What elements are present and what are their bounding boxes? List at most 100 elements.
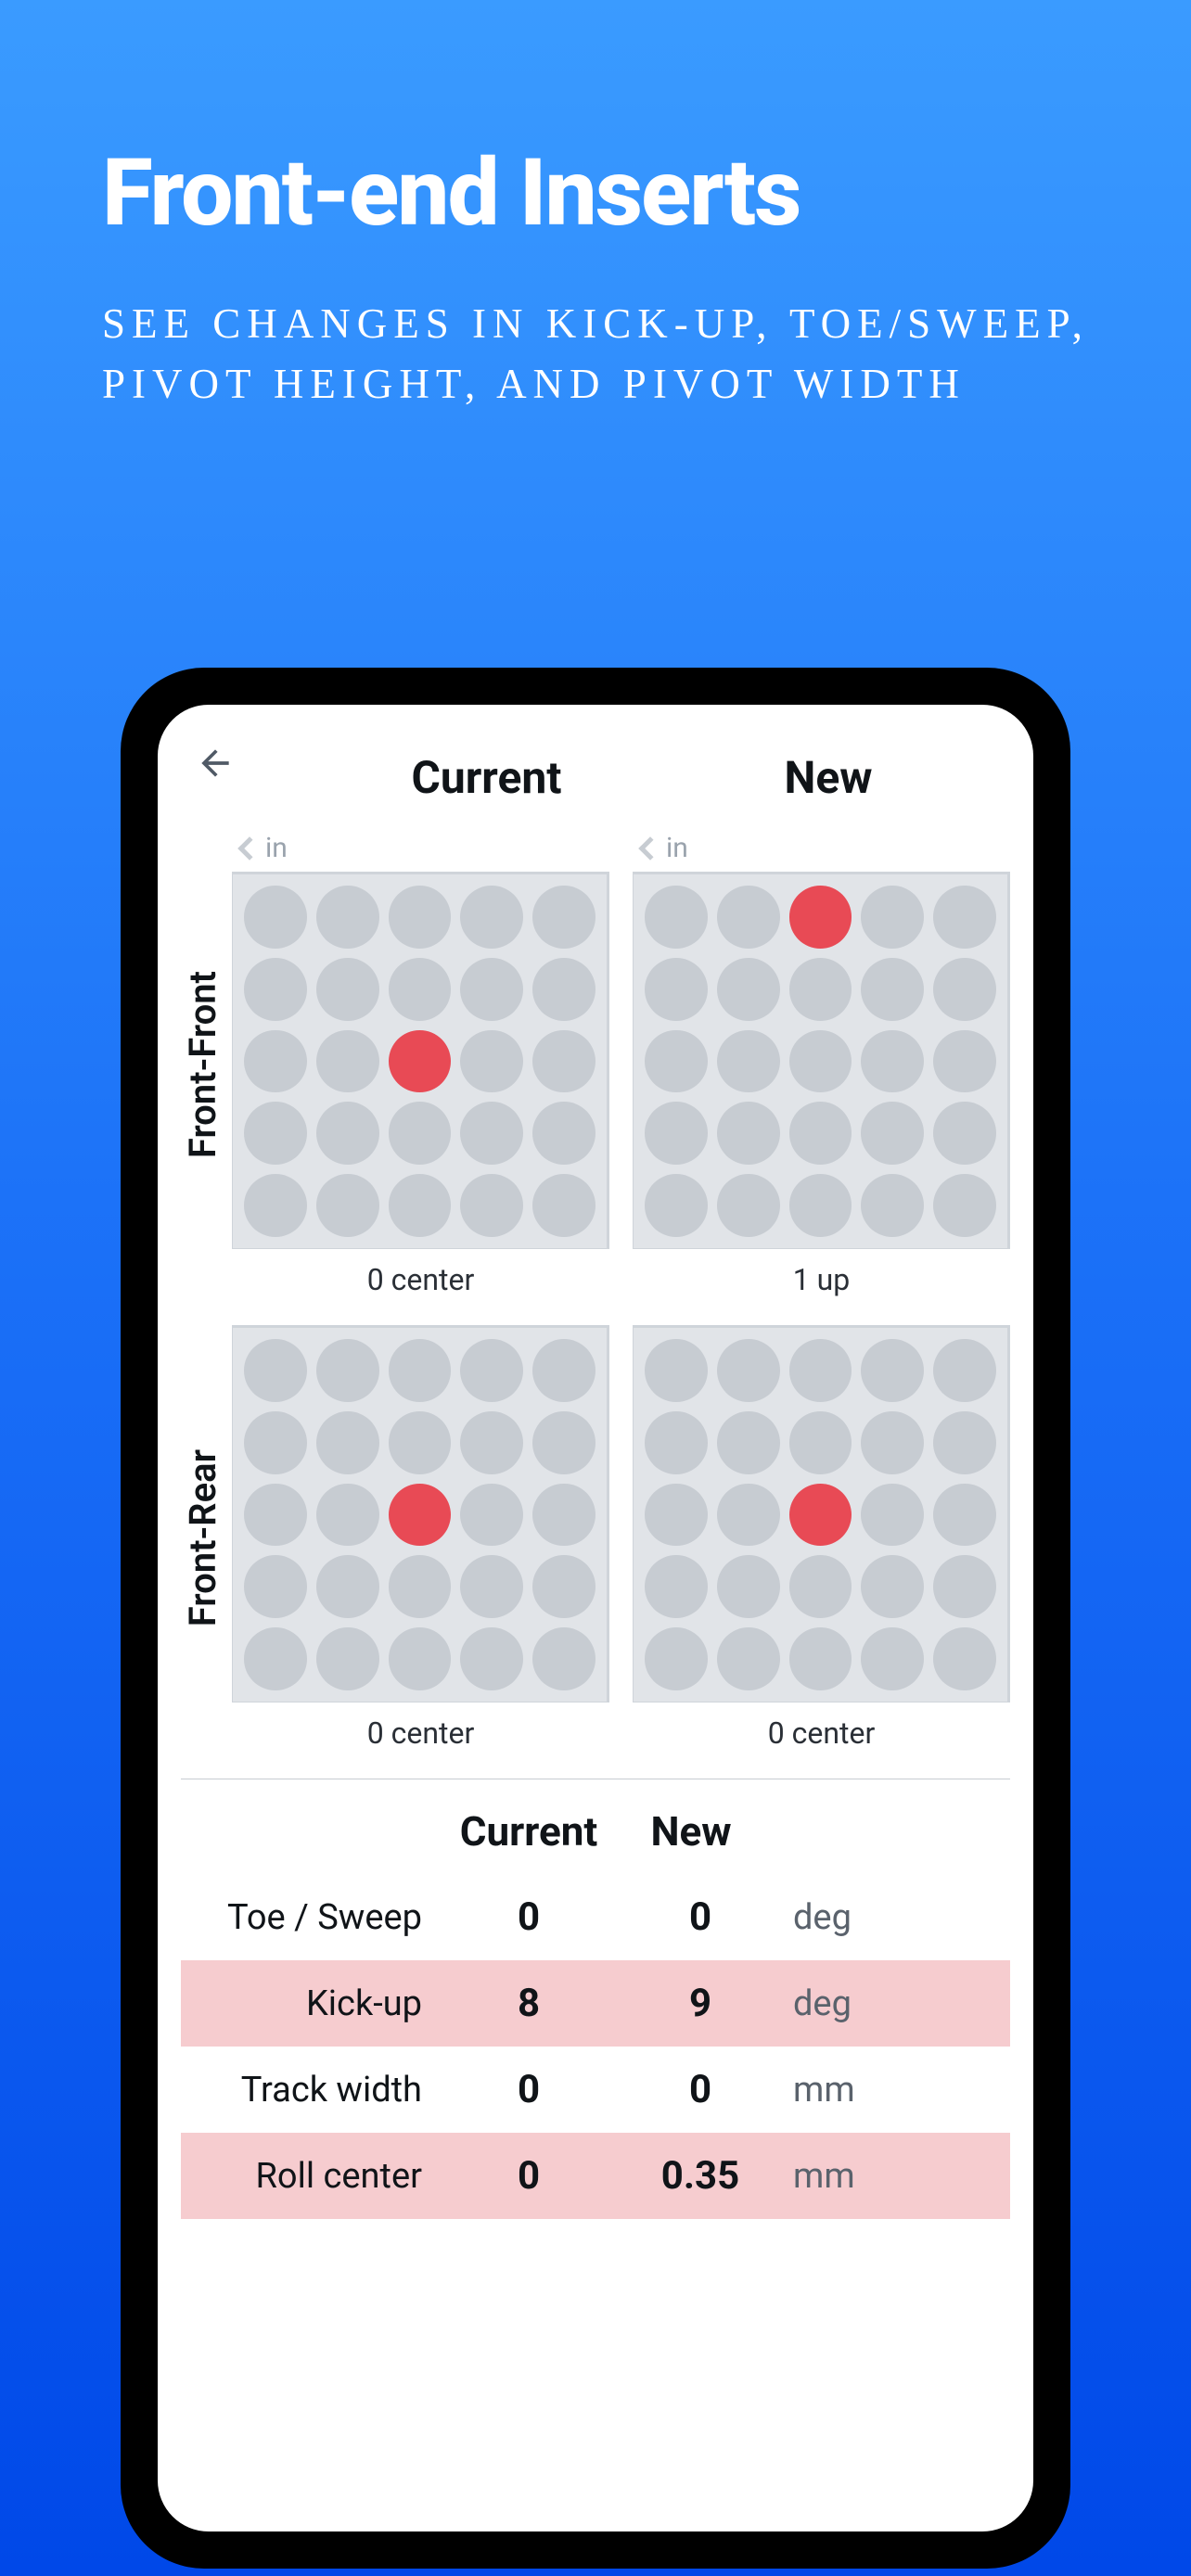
- grid-dot[interactable]: [789, 1102, 852, 1165]
- grid-dot[interactable]: [244, 1339, 307, 1402]
- grid-dot[interactable]: [933, 958, 996, 1021]
- grid-dot[interactable]: [717, 1627, 780, 1690]
- grid-dot[interactable]: [861, 1627, 924, 1690]
- grid-dot[interactable]: [389, 886, 452, 949]
- grid-dot-selected[interactable]: [789, 1484, 852, 1547]
- grid-dot[interactable]: [717, 1339, 780, 1402]
- grid-dot[interactable]: [316, 1030, 379, 1093]
- grid-dot[interactable]: [645, 1102, 708, 1165]
- grid-dot[interactable]: [532, 1030, 596, 1093]
- grid-dot[interactable]: [316, 1484, 379, 1547]
- grid-dot[interactable]: [389, 1339, 452, 1402]
- grid-dot[interactable]: [645, 958, 708, 1021]
- grid-dot[interactable]: [861, 886, 924, 949]
- grid-dot[interactable]: [316, 1102, 379, 1165]
- grid-dot[interactable]: [316, 1339, 379, 1402]
- grid-dot[interactable]: [532, 958, 596, 1021]
- grid-dot[interactable]: [789, 1627, 852, 1690]
- insert-grid[interactable]: [232, 872, 609, 1249]
- grid-dot[interactable]: [244, 1411, 307, 1474]
- grid-dot[interactable]: [933, 886, 996, 949]
- grid-dot[interactable]: [532, 1339, 596, 1402]
- in-indicator[interactable]: in: [232, 832, 609, 864]
- grid-dot[interactable]: [933, 1411, 996, 1474]
- grid-dot[interactable]: [645, 1627, 708, 1690]
- grid-dot[interactable]: [460, 1484, 523, 1547]
- grid-dot[interactable]: [933, 1339, 996, 1402]
- grid-dot[interactable]: [316, 958, 379, 1021]
- grid-dot[interactable]: [460, 1102, 523, 1165]
- grid-dot[interactable]: [861, 958, 924, 1021]
- grid-dot[interactable]: [861, 1102, 924, 1165]
- grid-dot[interactable]: [933, 1484, 996, 1547]
- grid-dot-selected[interactable]: [789, 886, 852, 949]
- grid-dot[interactable]: [316, 1411, 379, 1474]
- in-indicator[interactable]: in: [633, 832, 1010, 864]
- grid-dot[interactable]: [645, 1484, 708, 1547]
- grid-dot[interactable]: [789, 1555, 852, 1618]
- grid-dot[interactable]: [645, 1174, 708, 1237]
- insert-grid[interactable]: [633, 872, 1010, 1249]
- grid-dot[interactable]: [532, 1174, 596, 1237]
- grid-dot[interactable]: [717, 1411, 780, 1474]
- grid-dot[interactable]: [933, 1030, 996, 1093]
- grid-dot[interactable]: [717, 1484, 780, 1547]
- grid-dot[interactable]: [933, 1555, 996, 1618]
- back-button[interactable]: [195, 742, 236, 796]
- grid-dot-selected[interactable]: [389, 1484, 452, 1547]
- grid-dot[interactable]: [460, 1339, 523, 1402]
- grid-dot[interactable]: [933, 1102, 996, 1165]
- grid-dot[interactable]: [389, 1627, 452, 1690]
- grid-dot[interactable]: [244, 1627, 307, 1690]
- grid-dot[interactable]: [717, 886, 780, 949]
- grid-dot[interactable]: [645, 1555, 708, 1618]
- grid-dot[interactable]: [645, 1411, 708, 1474]
- grid-dot[interactable]: [933, 1627, 996, 1690]
- grid-dot[interactable]: [460, 1555, 523, 1618]
- grid-dot[interactable]: [389, 958, 452, 1021]
- grid-dot[interactable]: [460, 1030, 523, 1093]
- grid-dot[interactable]: [789, 1030, 852, 1093]
- grid-dot[interactable]: [244, 1484, 307, 1547]
- grid-dot[interactable]: [645, 1339, 708, 1402]
- grid-dot[interactable]: [717, 1174, 780, 1237]
- grid-dot[interactable]: [789, 1339, 852, 1402]
- insert-grid[interactable]: [633, 1325, 1010, 1702]
- grid-dot[interactable]: [717, 1555, 780, 1618]
- grid-dot[interactable]: [645, 1030, 708, 1093]
- grid-dot[interactable]: [861, 1339, 924, 1402]
- grid-dot[interactable]: [717, 1102, 780, 1165]
- grid-dot[interactable]: [244, 1174, 307, 1237]
- grid-dot[interactable]: [316, 886, 379, 949]
- grid-dot-selected[interactable]: [389, 1030, 452, 1093]
- grid-dot[interactable]: [460, 1411, 523, 1474]
- grid-dot[interactable]: [244, 958, 307, 1021]
- grid-dot[interactable]: [389, 1555, 452, 1618]
- grid-dot[interactable]: [460, 958, 523, 1021]
- grid-dot[interactable]: [532, 1484, 596, 1547]
- grid-dot[interactable]: [717, 958, 780, 1021]
- grid-dot[interactable]: [645, 886, 708, 949]
- grid-dot[interactable]: [861, 1411, 924, 1474]
- grid-dot[interactable]: [244, 1102, 307, 1165]
- grid-dot[interactable]: [532, 1627, 596, 1690]
- grid-dot[interactable]: [532, 886, 596, 949]
- grid-dot[interactable]: [861, 1484, 924, 1547]
- grid-dot[interactable]: [460, 886, 523, 949]
- grid-dot[interactable]: [316, 1174, 379, 1237]
- grid-dot[interactable]: [717, 1030, 780, 1093]
- grid-dot[interactable]: [789, 958, 852, 1021]
- grid-dot[interactable]: [532, 1555, 596, 1618]
- grid-dot[interactable]: [789, 1411, 852, 1474]
- grid-dot[interactable]: [861, 1555, 924, 1618]
- grid-dot[interactable]: [460, 1174, 523, 1237]
- grid-dot[interactable]: [244, 1030, 307, 1093]
- grid-dot[interactable]: [861, 1174, 924, 1237]
- grid-dot[interactable]: [389, 1174, 452, 1237]
- grid-dot[interactable]: [532, 1411, 596, 1474]
- grid-dot[interactable]: [316, 1555, 379, 1618]
- grid-dot[interactable]: [861, 1030, 924, 1093]
- grid-dot[interactable]: [933, 1174, 996, 1237]
- grid-dot[interactable]: [389, 1102, 452, 1165]
- grid-dot[interactable]: [389, 1411, 452, 1474]
